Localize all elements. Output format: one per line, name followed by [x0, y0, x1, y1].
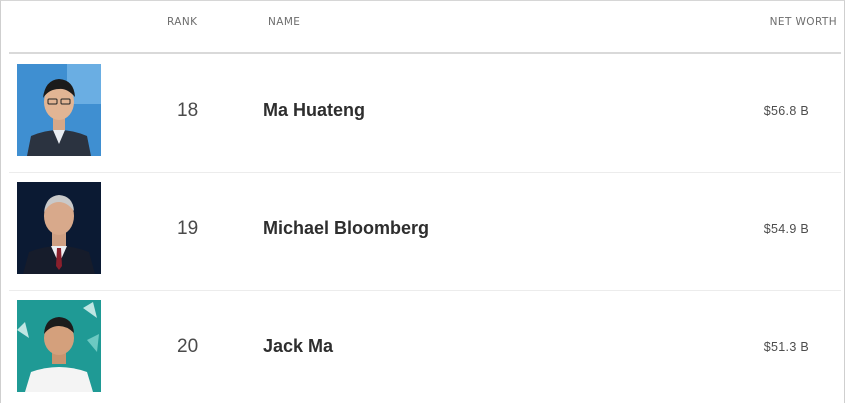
person-name[interactable]: Ma Huateng	[263, 100, 365, 121]
net-worth-value: $56.8 B	[763, 104, 809, 118]
rank-column-header[interactable]: RANK	[167, 16, 197, 28]
table-header: RANK NAME NET WORTH	[9, 1, 841, 54]
rank-value: 19	[177, 218, 199, 239]
rank-value: 20	[177, 336, 199, 357]
net-worth-value: $54.9 B	[763, 222, 809, 236]
person-name[interactable]: Michael Bloomberg	[263, 218, 429, 239]
table-row[interactable]: 19 Michael Bloomberg $54.9 B	[9, 172, 841, 291]
person-name[interactable]: Jack Ma	[263, 336, 333, 357]
net-worth-value: $51.3 B	[763, 340, 809, 354]
person-photo-icon[interactable]	[17, 64, 101, 156]
person-photo-icon	[17, 182, 101, 274]
person-photo-icon	[17, 64, 101, 156]
rich-list-table: RANK NAME NET WORTH 18 Ma Huateng $56.8 …	[0, 0, 845, 403]
table-row[interactable]: 18 Ma Huateng $56.8 B	[9, 54, 841, 173]
rank-value: 18	[177, 100, 199, 121]
name-column-header[interactable]: NAME	[268, 16, 300, 28]
person-photo-icon	[17, 300, 101, 392]
table-row[interactable]: 20 Jack Ma $51.3 B	[9, 290, 841, 408]
person-photo-icon[interactable]	[17, 300, 101, 392]
person-photo-icon[interactable]	[17, 182, 101, 274]
net-worth-column-header[interactable]: NET WORTH	[770, 16, 837, 28]
